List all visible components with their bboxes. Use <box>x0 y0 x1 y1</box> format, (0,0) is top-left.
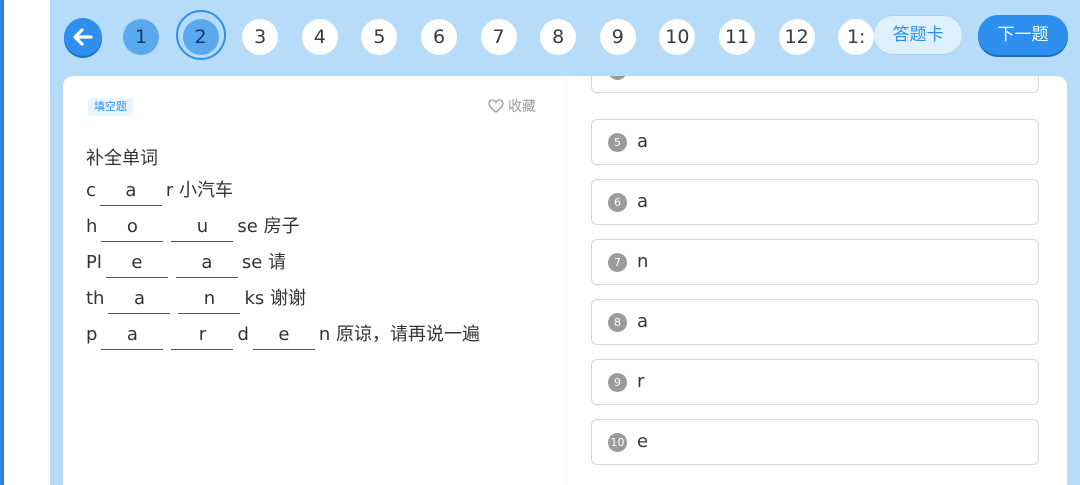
question-title: 补全单词 <box>86 148 158 169</box>
word-fragment: h <box>86 216 98 237</box>
favorite-button[interactable]: 收藏 <box>488 96 536 116</box>
option-number-badge: 5 <box>608 133 627 152</box>
question-number-2[interactable]: 2 <box>182 19 219 55</box>
answer-option[interactable]: 7n <box>591 239 1039 285</box>
blank-answer[interactable]: a <box>175 249 238 278</box>
word-line: th a n ks 谢谢 <box>86 285 306 315</box>
favorite-label: 收藏 <box>508 99 536 115</box>
blank-answer[interactable]: a <box>108 285 171 314</box>
answer-option[interactable]: 10 e <box>591 419 1039 465</box>
word-fragment: r 小汽车 <box>165 180 234 201</box>
left-edge-bar <box>0 0 4 485</box>
question-number-7[interactable]: 7 <box>480 19 517 55</box>
option-number-badge: 4 <box>608 76 627 80</box>
blank-answer[interactable]: r <box>171 321 234 350</box>
answer-option[interactable]: 9r <box>591 359 1039 405</box>
blank-answer[interactable]: e <box>252 321 315 350</box>
word-fragment: d <box>237 324 249 345</box>
word-fragment: se 房子 <box>237 216 300 237</box>
left-edge <box>0 0 50 485</box>
blank-answer[interactable]: a <box>99 177 162 206</box>
column-divider <box>566 76 567 485</box>
question-number-12[interactable]: 12 <box>778 19 815 55</box>
option-value: a <box>637 131 649 152</box>
question-card: 填空题 收藏 补全单词 car 小汽车 h o u se 房子 Pl e a se 请 th a n k… <box>63 76 1067 485</box>
blank-answer[interactable]: u <box>171 213 234 242</box>
question-number-3[interactable]: 3 <box>242 19 279 55</box>
answer-options-panel: 4e5a6a7n8a9r10e <box>591 76 1067 485</box>
option-number-badge: 9 <box>608 373 627 392</box>
option-value: e <box>637 76 648 81</box>
word-line: parden 原谅，请再说一遍 <box>86 321 480 351</box>
word-fragment: p <box>86 324 98 345</box>
question-number-1[interactable]: 1 <box>123 19 159 55</box>
word-line: Pl e a se 请 <box>86 249 286 279</box>
word-fragment: Pl <box>86 252 102 273</box>
answer-option[interactable]: 6a <box>591 179 1039 225</box>
question-number-11[interactable]: 11 <box>719 19 755 55</box>
option-number-badge: 6 <box>608 193 627 212</box>
back-button[interactable] <box>64 18 102 56</box>
answer-option[interactable]: 8a <box>591 299 1039 345</box>
question-number-8[interactable]: 8 <box>540 19 577 55</box>
option-number-badge: 8 <box>608 313 627 332</box>
next-question-button[interactable]: 下一题 <box>978 15 1068 55</box>
option-number-badge: 10 <box>608 433 627 452</box>
question-type-tag: 填空题 <box>88 98 133 116</box>
blank-answer[interactable]: a <box>101 321 164 350</box>
question-number-4[interactable]: 4 <box>301 19 338 55</box>
blank-answer[interactable]: o <box>101 213 164 242</box>
option-value: r <box>637 371 645 392</box>
answer-option[interactable]: 4e <box>591 76 1039 93</box>
word-line: car 小汽车 <box>86 177 233 207</box>
option-value: n <box>637 251 649 272</box>
word-fragment: se 请 <box>241 252 287 273</box>
word-fragment: ks 谢谢 <box>244 288 306 309</box>
word-fragment: n 原谅，请再说一遍 <box>318 324 481 345</box>
question-number-13[interactable]: 1: <box>838 19 875 55</box>
word-fragment: c <box>86 180 96 201</box>
answer-card-button[interactable]: 答题卡 <box>873 15 963 55</box>
blank-answer[interactable]: e <box>105 249 168 278</box>
option-value: a <box>637 311 649 332</box>
option-value: e <box>637 431 649 452</box>
blank-answer[interactable]: n <box>178 285 241 314</box>
question-panel: 填空题 收藏 补全单词 car 小汽车 h o u se 房子 Pl e a se 请 th a n k… <box>63 76 563 485</box>
question-number-6[interactable]: 6 <box>421 19 457 55</box>
word-line: h o u se 房子 <box>86 213 300 243</box>
word-fragment: th <box>86 288 105 309</box>
heart-outline-icon <box>488 99 504 113</box>
option-value: a <box>637 191 649 212</box>
answer-option[interactable]: 5a <box>591 119 1039 165</box>
option-number-badge: 7 <box>608 253 627 272</box>
question-number-9[interactable]: 9 <box>599 19 636 55</box>
arrow-left-icon <box>73 28 93 46</box>
